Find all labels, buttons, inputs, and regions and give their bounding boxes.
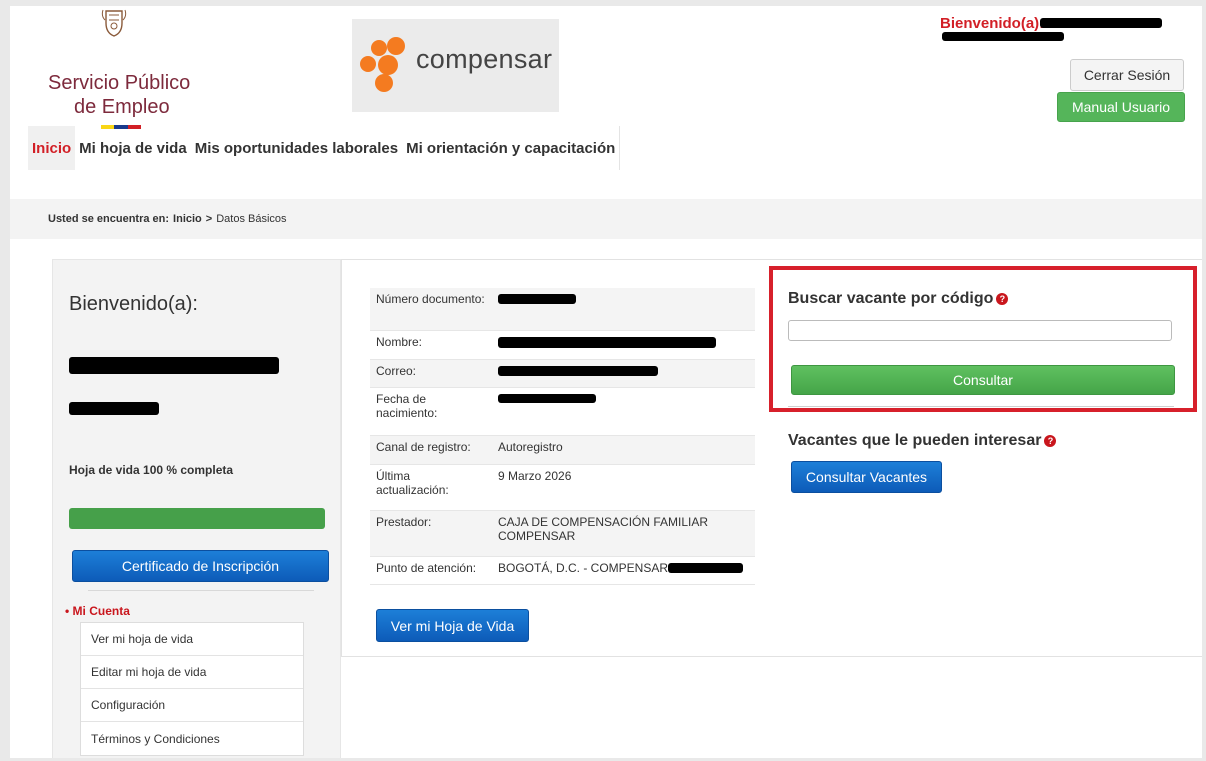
question-circle-icon[interactable]: ? <box>996 293 1009 305</box>
page-frame: Servicio Público de Empleo compensar Bie… <box>10 6 1202 758</box>
row-value <box>492 330 755 360</box>
consultar-button[interactable]: Consultar <box>791 365 1175 395</box>
account-title-text: Mi Cuenta <box>72 604 130 618</box>
table-row: Nombre: <box>370 330 755 360</box>
user-manual-button[interactable]: Manual Usuario <box>1057 92 1185 122</box>
cv-progress-fill <box>69 508 325 529</box>
question-circle-icon[interactable]: ? <box>1044 435 1057 447</box>
table-row: Prestador: CAJA DE COMPENSACIÓN FAMILIAR … <box>370 510 755 557</box>
row-value <box>492 387 755 436</box>
row-label: Prestador: <box>370 510 492 557</box>
menu-item-ver-hoja[interactable]: Ver mi hoja de vida <box>81 623 303 656</box>
row-value: BOGOTÁ, D.C. - COMPENSAR <box>492 556 755 585</box>
table-row: Canal de registro: Autoregistro <box>370 435 755 465</box>
row-label: Punto de atención: <box>370 556 492 585</box>
row-value <box>492 359 755 388</box>
redacted-lastname <box>69 402 159 415</box>
row-value: Autoregistro <box>492 435 755 465</box>
row-label: Nombre: <box>370 330 492 360</box>
menu-item-editar-hoja[interactable]: Editar mi hoja de vida <box>81 656 303 689</box>
row-value <box>492 288 755 331</box>
table-row: Última actualización: 9 Marzo 2026 <box>370 464 755 511</box>
account-menu: Ver mi hoja de vida Editar mi hoja de vi… <box>80 622 304 756</box>
menu-item-configuracion[interactable]: Configuración <box>81 689 303 722</box>
table-row: Correo: <box>370 359 755 388</box>
redacted-document <box>498 294 576 304</box>
breadcrumb-home-link[interactable]: Inicio <box>173 213 202 225</box>
breadcrumb: Usted se encuentra en: Inicio > Datos Bá… <box>10 199 1202 239</box>
table-row: Fecha de nacimiento: <box>370 387 755 436</box>
breadcrumb-current: Datos Básicos <box>216 213 287 225</box>
row-label: Última actualización: <box>370 464 492 511</box>
redacted-username-2 <box>942 32 1064 41</box>
sidebar-title: Bienvenido(a): <box>69 293 198 315</box>
redacted-fullname <box>498 336 716 348</box>
view-cv-button[interactable]: Ver mi Hoja de Vida <box>376 609 529 642</box>
compensar-dots-icon <box>360 37 405 92</box>
spe-logo[interactable]: Servicio Público de Empleo <box>34 8 204 129</box>
row-value: 9 Marzo 2026 <box>492 464 755 511</box>
consult-vacancies-button[interactable]: Consultar Vacantes <box>791 461 942 493</box>
table-row: Número documento: <box>370 288 755 331</box>
certificate-button[interactable]: Certificado de Inscripción <box>72 550 329 582</box>
nav-item-inicio[interactable]: Inicio <box>28 126 76 170</box>
coat-of-arms-icon <box>101 9 127 37</box>
sidebar: Bienvenido(a): Hoja de vida 100 % comple… <box>52 259 341 758</box>
redacted-birthdate <box>498 393 596 403</box>
row-label: Canal de registro: <box>370 435 492 465</box>
vacancy-search-title: Buscar vacante por código? <box>788 290 1009 308</box>
vacancy-code-input[interactable] <box>788 320 1172 341</box>
vacancy-search-box: Buscar vacante por código? Consultar <box>769 266 1197 412</box>
punto-atencion-value: BOGOTÁ, D.C. - COMPENSAR <box>498 560 669 575</box>
search-divider <box>788 406 1174 407</box>
main-content: Número documento: Nombre: Correo: Fecha … <box>341 259 1202 657</box>
cv-progress-label: Hoja de vida 100 % completa <box>69 463 234 477</box>
vacancies-title: Vacantes que le pueden interesar? <box>788 432 1057 450</box>
breadcrumb-prefix: Usted se encuentra en: <box>48 213 170 225</box>
nav-item-orientacion[interactable]: Mi orientación y capacitación <box>402 126 619 170</box>
row-label: Correo: <box>370 359 492 388</box>
sidebar-divider <box>88 590 314 591</box>
breadcrumb-separator: > <box>205 213 213 225</box>
row-label: Fecha de nacimiento: <box>370 387 492 436</box>
redacted-email <box>498 365 658 376</box>
nav-item-oportunidades[interactable]: Mis oportunidades laborales <box>191 126 402 170</box>
compensar-logo: compensar <box>352 19 559 112</box>
row-label: Número documento: <box>370 288 492 331</box>
redacted-name <box>69 357 279 374</box>
row-value: CAJA DE COMPENSACIÓN FAMILIAR COMPENSAR <box>492 510 755 557</box>
redacted-location <box>668 562 744 573</box>
spe-logo-line1: Servicio Público <box>48 72 191 94</box>
nav-item-hoja-de-vida[interactable]: Mi hoja de vida <box>75 126 191 170</box>
redacted-username <box>1040 18 1162 28</box>
spe-logo-line2: de Empleo <box>74 96 170 118</box>
welcome-label: Bienvenido(a): <box>940 15 1045 32</box>
table-row: Punto de atención: BOGOTÁ, D.C. - COMPENS… <box>370 556 755 585</box>
profile-table: Número documento: Nombre: Correo: Fecha … <box>370 288 755 585</box>
account-section-title: • Mi Cuenta <box>65 604 130 618</box>
vacancies-title-text: Vacantes que le pueden interesar <box>788 432 1042 449</box>
logout-button[interactable]: Cerrar Sesión <box>1070 59 1184 91</box>
main-nav: Inicio Mi hoja de vida Mis oportunidades… <box>28 126 621 170</box>
vacancy-search-title-text: Buscar vacante por código <box>788 290 994 307</box>
compensar-logo-text: compensar <box>416 44 553 74</box>
cv-progress-bar <box>69 508 325 529</box>
menu-item-terminos[interactable]: Términos y Condiciones <box>81 722 303 755</box>
